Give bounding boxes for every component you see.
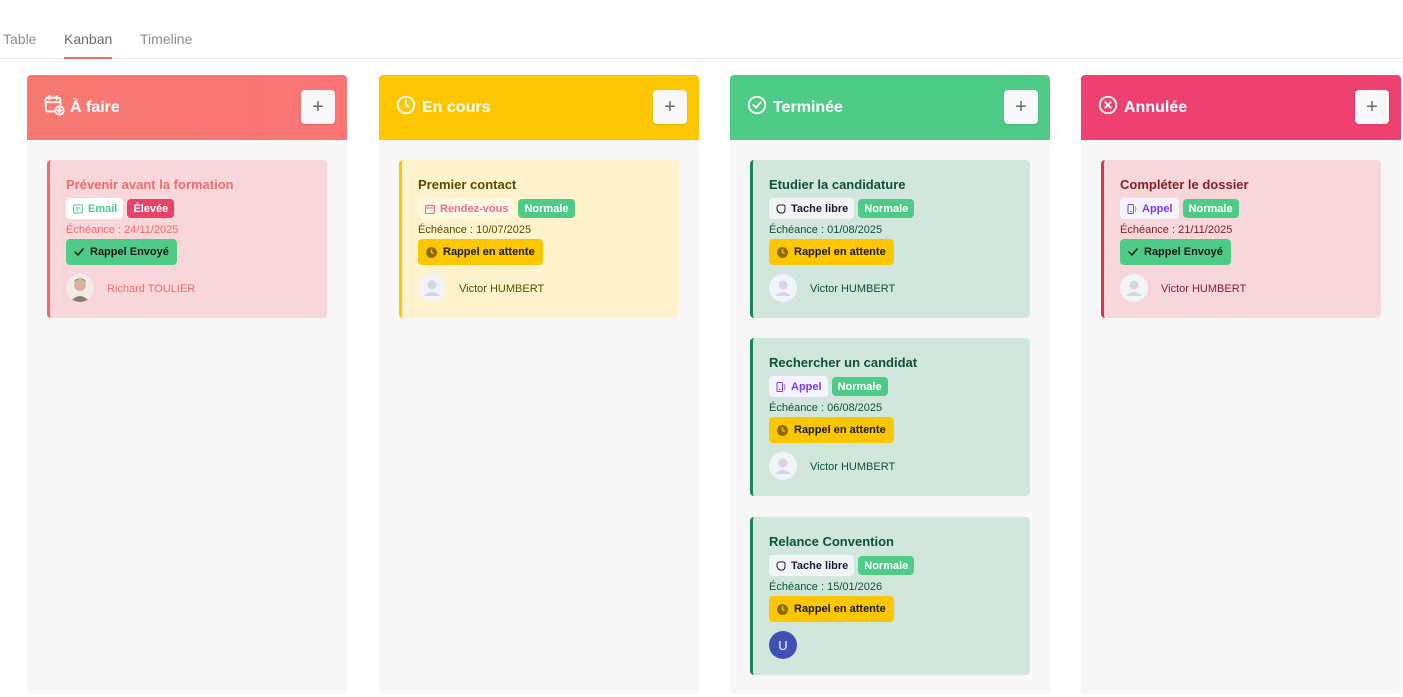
column-title: Terminée (773, 99, 843, 116)
column-header: En cours + (379, 75, 699, 140)
priority-badge: Élevée (127, 199, 175, 218)
task-card[interactable]: Relance Convention Tache libre Normale É… (750, 517, 1030, 675)
reminder-badge: Rappel Envoyé (1120, 239, 1231, 265)
task-card[interactable]: Rechercher un candidat Appel Normale Éch… (750, 338, 1030, 496)
priority-badge: Normale (858, 556, 915, 575)
clock-icon (777, 246, 788, 258)
avatar-initial: U (769, 631, 797, 659)
clock-icon (777, 603, 788, 615)
task-type-badge: Email (66, 198, 124, 219)
clock-icon (426, 246, 437, 258)
task-icon (776, 560, 786, 570)
task-type-badge: Appel (769, 376, 828, 397)
add-task-button[interactable]: + (653, 90, 687, 124)
photo-avatar (66, 274, 94, 302)
column-cancelled: Annulée + Compléter le dossier Appel Nor… (1081, 75, 1401, 694)
priority-badge: Normale (1182, 199, 1239, 218)
task-type-badge: Rendez-vous (418, 198, 515, 219)
calendar-add-icon (44, 94, 65, 116)
task-type-badge: Tache libre (769, 198, 855, 219)
card-title: Rechercher un candidat (769, 355, 918, 370)
column-header: Terminée + (730, 75, 1050, 140)
column-todo: À faire + Prévenir avant la formation Em… (27, 75, 347, 694)
card-title: Relance Convention (769, 534, 894, 549)
column-title: En cours (422, 99, 491, 116)
task-type-badge: Appel (1120, 198, 1179, 219)
task-card[interactable]: Premier contact Rendez-vous Normale Éché… (399, 160, 679, 318)
reminder-badge: Rappel en attente (769, 239, 894, 265)
avatar (1120, 274, 1148, 302)
check-icon (74, 248, 84, 257)
task-type-badge: Tache libre (769, 555, 855, 576)
add-task-button[interactable]: + (301, 90, 335, 124)
user-placeholder-icon (424, 280, 440, 296)
due-date: Échéance : 01/08/2025 (769, 224, 883, 236)
tab-kanban[interactable]: Kanban (64, 31, 113, 59)
due-date: Échéance : 06/08/2025 (769, 402, 883, 414)
task-card[interactable]: Compléter le dossier Appel Normale Échéa… (1101, 160, 1381, 318)
check-circle-icon (747, 95, 767, 115)
assignee-name: Victor HUMBERT (810, 283, 896, 295)
due-date: Échéance : 10/07/2025 (418, 224, 532, 236)
reminder-badge: Rappel Envoyé (66, 239, 177, 265)
assignee-name: Victor HUMBERT (1161, 283, 1247, 295)
phone-icon (1127, 203, 1137, 214)
avatar (66, 274, 94, 302)
user-placeholder-icon (775, 458, 791, 474)
email-icon (73, 204, 83, 213)
priority-badge: Normale (831, 377, 888, 396)
calendar-icon (425, 204, 435, 214)
column-done: Terminée + Etudier la candidature Tache … (730, 75, 1050, 694)
check-icon (1128, 248, 1138, 257)
reminder-badge: Rappel en attente (769, 417, 894, 443)
column-title: À faire (70, 99, 120, 116)
add-task-button[interactable]: + (1004, 90, 1038, 124)
column-header: Annulée + (1081, 75, 1401, 140)
due-date: Échéance : 24/11/2025 (66, 224, 179, 236)
clock-icon (777, 424, 788, 436)
card-title: Compléter le dossier (1120, 177, 1249, 192)
column-header: À faire + (27, 75, 347, 140)
column-inprogress: En cours + Premier contact Rendez-vous N… (379, 75, 699, 694)
due-date: Échéance : 15/01/2026 (769, 581, 883, 593)
priority-badge: Normale (518, 199, 575, 218)
priority-badge: Normale (858, 199, 915, 218)
task-card[interactable]: Etudier la candidature Tache libre Norma… (750, 160, 1030, 318)
card-title: Premier contact (418, 177, 517, 192)
add-task-button[interactable]: + (1355, 90, 1389, 124)
column-title: Annulée (1124, 99, 1188, 116)
tab-table[interactable]: Table (3, 31, 36, 59)
user-placeholder-icon (1126, 280, 1142, 296)
user-placeholder-icon (775, 280, 791, 296)
due-date: Échéance : 21/11/2025 (1120, 224, 1233, 236)
reminder-badge: Rappel en attente (418, 239, 543, 265)
assignee-name: Victor HUMBERT (459, 283, 545, 295)
x-circle-icon (1098, 95, 1118, 115)
avatar (418, 274, 446, 302)
view-tabs: Table Kanban Timeline (0, 0, 1403, 59)
phone-icon (776, 381, 786, 392)
avatar (769, 452, 797, 480)
task-icon (776, 203, 786, 213)
card-title: Prévenir avant la formation (66, 177, 234, 192)
reminder-badge: Rappel en attente (769, 596, 894, 622)
assignee-name: Victor HUMBERT (810, 461, 896, 473)
clock-icon (396, 95, 416, 115)
card-title: Etudier la candidature (769, 177, 906, 192)
tab-timeline[interactable]: Timeline (140, 31, 192, 59)
assignee-name: Richard TOULIER (107, 283, 196, 295)
avatar (769, 274, 797, 302)
task-card[interactable]: Prévenir avant la formation Email Élevée… (47, 160, 327, 318)
